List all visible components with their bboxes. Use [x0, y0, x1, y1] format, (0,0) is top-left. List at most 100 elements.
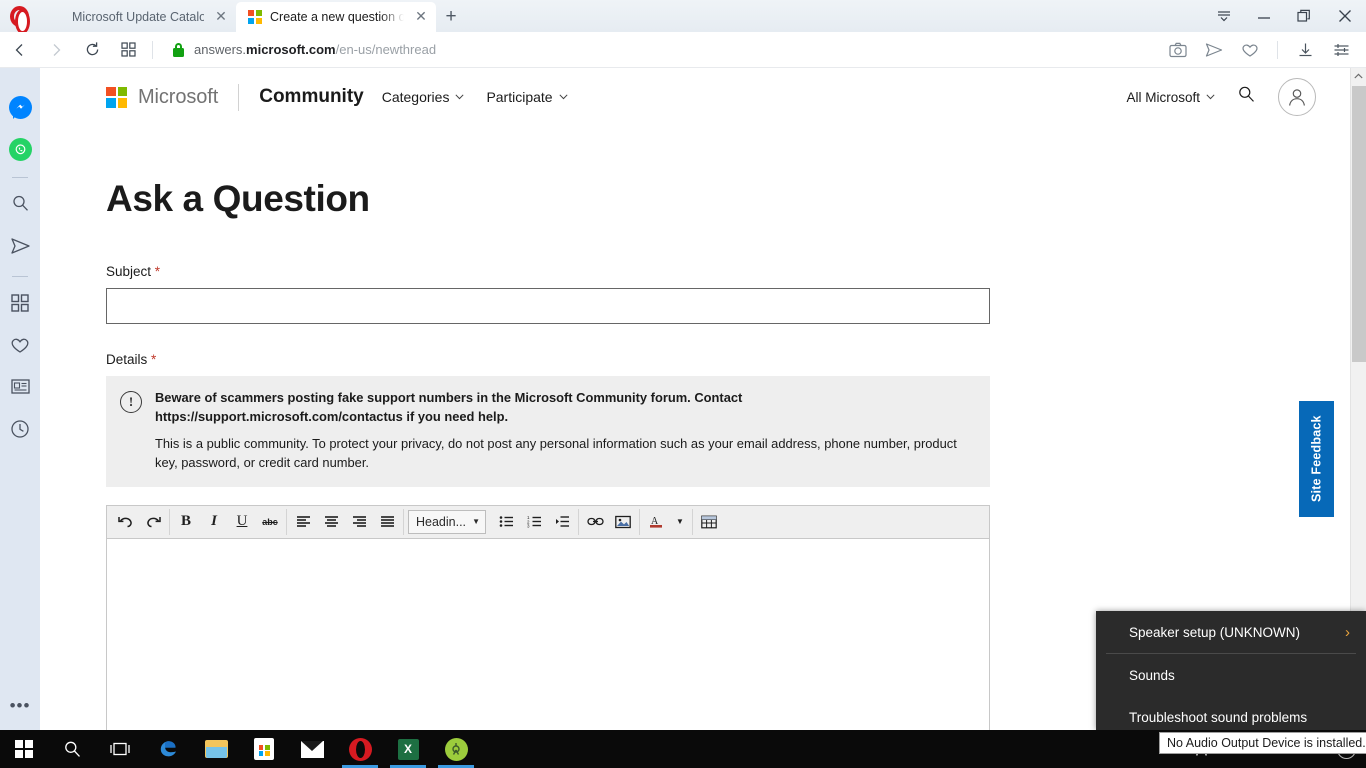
context-menu-item-sounds[interactable]: Sounds: [1096, 654, 1366, 696]
reload-icon[interactable]: [76, 35, 108, 65]
all-microsoft-dropdown[interactable]: All Microsoft: [1126, 90, 1215, 105]
align-justify-icon[interactable]: [373, 509, 401, 535]
microsoft-squares-icon: [106, 86, 127, 108]
new-tab-button[interactable]: +: [436, 2, 466, 32]
required-asterisk: *: [154, 264, 161, 279]
browser-tab-1[interactable]: Microsoft Update Catalog ✕: [38, 2, 236, 32]
chevron-down-icon: [559, 92, 568, 102]
heart-icon: [10, 336, 30, 359]
align-center-icon[interactable]: [317, 509, 345, 535]
tab-menu-icon[interactable]: [1204, 0, 1244, 32]
excel-icon[interactable]: X: [384, 730, 432, 768]
indent-icon[interactable]: [548, 509, 576, 535]
subject-label: Subject *: [106, 264, 1350, 279]
history-icon: [10, 419, 30, 444]
redo-icon[interactable]: [139, 509, 167, 535]
heart-icon[interactable]: [1233, 35, 1267, 65]
url-domain: microsoft.com: [246, 42, 336, 57]
sidebar-item-news[interactable]: [0, 368, 40, 410]
numbered-list-icon[interactable]: 123: [520, 509, 548, 535]
strikethrough-icon[interactable]: abc: [256, 509, 284, 535]
download-icon[interactable]: [1288, 35, 1322, 65]
sidebar-item-speed-dial[interactable]: [0, 284, 40, 326]
scroll-up-arrow-icon[interactable]: [1351, 68, 1366, 84]
camera-icon[interactable]: [1161, 35, 1195, 65]
excel-letter: X: [397, 738, 419, 760]
send-icon: [10, 237, 31, 260]
chevron-right-icon: ›: [1345, 623, 1350, 641]
underline-icon[interactable]: U: [228, 509, 256, 535]
search-icon: [11, 194, 30, 218]
android-studio-icon[interactable]: [432, 730, 480, 768]
tab-title: Create a new question or st: [270, 10, 404, 24]
context-menu-item-label: Troubleshoot sound problems: [1129, 709, 1308, 725]
opera-browser-icon[interactable]: [336, 730, 384, 768]
context-menu-item-speaker-setup[interactable]: Speaker setup (UNKNOWN) ›: [1096, 611, 1366, 653]
site-feedback-tab[interactable]: Site Feedback: [1299, 401, 1334, 517]
audio-context-menu: Speaker setup (UNKNOWN) › Sounds Trouble…: [1096, 611, 1366, 730]
heading-format-select[interactable]: Headin... ▼: [408, 509, 486, 534]
toolbar-divider-2: [1277, 40, 1278, 59]
account-avatar-icon[interactable]: [1278, 78, 1316, 116]
send-icon[interactable]: [1197, 35, 1231, 65]
tab-close-icon[interactable]: ✕: [212, 8, 230, 26]
nav-categories[interactable]: Categories: [382, 89, 465, 105]
editor-group-align: [287, 508, 404, 535]
bullet-list-icon[interactable]: [492, 509, 520, 535]
start-windows-icon[interactable]: [0, 730, 48, 768]
editor-content-area[interactable]: [107, 538, 989, 730]
font-color-icon[interactable]: A: [642, 509, 670, 535]
nav-participate[interactable]: Participate: [486, 89, 568, 105]
edge-browser-icon[interactable]: [144, 730, 192, 768]
sidebar-item-send[interactable]: [0, 227, 40, 269]
close-icon[interactable]: [1324, 0, 1366, 32]
url-text: answers.microsoft.com/en-us/newthread: [194, 42, 436, 57]
sidebar-item-favorites[interactable]: [0, 326, 40, 368]
insert-link-icon[interactable]: [581, 509, 609, 535]
community-link[interactable]: Community: [259, 86, 364, 108]
context-menu-item-label: Speaker setup (UNKNOWN): [1129, 624, 1301, 640]
header-divider: [238, 83, 240, 111]
subject-input[interactable]: [106, 288, 990, 324]
forward-arrow-icon[interactable]: [40, 35, 72, 65]
file-explorer-icon[interactable]: [192, 730, 240, 768]
details-label-text: Details: [106, 352, 148, 367]
address-bar[interactable]: answers.microsoft.com/en-us/newthread: [161, 35, 1161, 65]
font-color-dropdown-icon[interactable]: ▼: [670, 509, 690, 535]
exclamation-circle-icon: !: [120, 391, 142, 413]
scrollbar-thumb[interactable]: [1352, 86, 1366, 362]
task-view-icon[interactable]: [96, 730, 144, 768]
microsoft-store-icon[interactable]: [240, 730, 288, 768]
sidebar-item-search[interactable]: [0, 185, 40, 227]
taskbar-search-icon[interactable]: [48, 730, 96, 768]
whatsapp-icon: [8, 137, 32, 161]
insert-table-icon[interactable]: [695, 509, 723, 535]
tab-title: Microsoft Update Catalog: [72, 10, 204, 24]
easy-setup-icon[interactable]: [1324, 35, 1358, 65]
restore-icon[interactable]: [1284, 0, 1324, 32]
align-right-icon[interactable]: [345, 509, 373, 535]
sidebar-item-history[interactable]: [0, 410, 40, 452]
sidebar-divider: [12, 177, 28, 178]
editor-group-style: B I U abc: [170, 508, 287, 535]
tab-grid-icon[interactable]: [112, 35, 144, 65]
window-controls: [1204, 0, 1366, 32]
mail-icon[interactable]: [288, 730, 336, 768]
sidebar-item-whatsapp[interactable]: [0, 128, 40, 170]
back-arrow-icon[interactable]: [4, 35, 36, 65]
sidebar-more-button[interactable]: •••: [0, 696, 40, 716]
browser-tab-2[interactable]: Create a new question or st ✕: [236, 2, 436, 32]
tab-close-icon[interactable]: ✕: [412, 8, 430, 26]
screen: Microsoft Update Catalog ✕ Create a new …: [0, 0, 1366, 768]
italic-icon[interactable]: I: [200, 509, 228, 535]
undo-icon[interactable]: [111, 509, 139, 535]
heading-format-label: Headin...: [416, 514, 467, 529]
insert-image-icon[interactable]: [609, 509, 637, 535]
bold-icon[interactable]: B: [172, 509, 200, 535]
sidebar-item-messenger[interactable]: [0, 86, 40, 128]
minimize-icon[interactable]: [1244, 0, 1284, 32]
context-menu-item-label: Sounds: [1129, 667, 1175, 683]
align-left-icon[interactable]: [289, 509, 317, 535]
microsoft-logo[interactable]: Microsoft: [106, 86, 218, 109]
site-search-button[interactable]: [1237, 85, 1256, 109]
